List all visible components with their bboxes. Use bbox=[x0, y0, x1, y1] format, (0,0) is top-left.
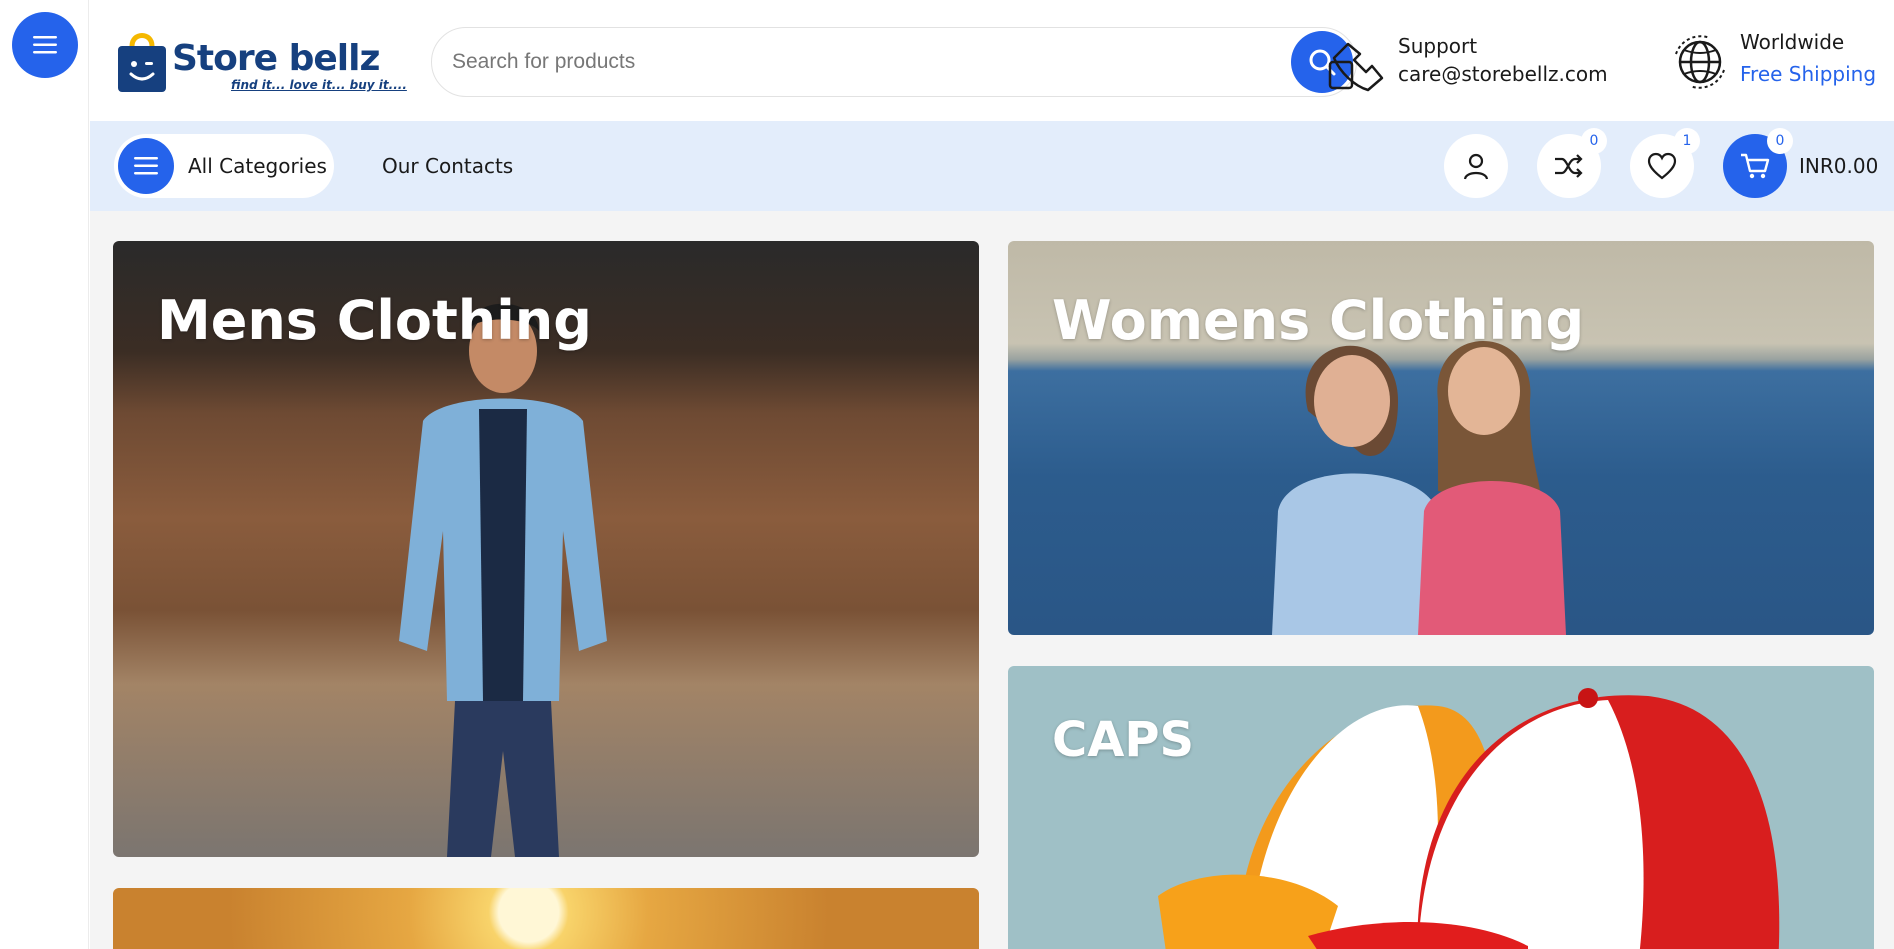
search-bar bbox=[431, 27, 1357, 97]
shipping-info: Worldwide Free Shipping bbox=[1670, 28, 1890, 98]
wishlist-button[interactable]: 1 bbox=[1630, 128, 1700, 198]
account-button[interactable] bbox=[1444, 134, 1508, 198]
cart-count-badge: 0 bbox=[1767, 128, 1793, 154]
cart-button[interactable]: 0 bbox=[1723, 128, 1793, 198]
mens-model-image bbox=[399, 303, 607, 857]
all-categories-label: All Categories bbox=[188, 154, 327, 178]
site-header: Store bellz find it... love it... buy it… bbox=[90, 0, 1894, 121]
rail-menu-button[interactable] bbox=[12, 12, 78, 78]
category-title-womens: Womens Clothing bbox=[1052, 289, 1585, 352]
cart-icon bbox=[1741, 153, 1770, 179]
search-input[interactable] bbox=[452, 38, 1232, 86]
category-title-caps: CAPS bbox=[1052, 712, 1195, 768]
globe-icon bbox=[1675, 35, 1725, 89]
category-card-sunset[interactable] bbox=[113, 888, 979, 949]
support-phone-icon bbox=[1328, 42, 1384, 92]
categories-menu-circle bbox=[118, 138, 174, 194]
shuffle-icon bbox=[1555, 154, 1583, 178]
our-contacts-link[interactable]: Our Contacts bbox=[382, 154, 513, 178]
menu-icon bbox=[33, 36, 57, 54]
compare-button[interactable]: 0 bbox=[1537, 128, 1607, 198]
compare-count-badge: 0 bbox=[1581, 128, 1607, 154]
category-card-caps[interactable]: CAPS bbox=[1008, 666, 1874, 949]
wishlist-count-badge: 1 bbox=[1674, 128, 1700, 154]
support-email[interactable]: care@storebellz.com bbox=[1398, 62, 1608, 86]
support-info: Support care@storebellz.com bbox=[1326, 28, 1656, 98]
left-rail bbox=[0, 0, 89, 949]
support-title: Support bbox=[1398, 34, 1478, 58]
caps-image bbox=[1158, 688, 1780, 949]
heart-icon bbox=[1647, 152, 1677, 180]
cart-total[interactable]: INR0.00 bbox=[1799, 154, 1878, 178]
user-icon bbox=[1463, 153, 1489, 180]
category-grid: Mens Clothing Womens Clothing CAPS bbox=[90, 211, 1894, 949]
logo-tagline: find it... love it... buy it.... bbox=[231, 78, 407, 92]
all-categories-button[interactable]: All Categories bbox=[114, 134, 334, 198]
nav-bar: All Categories Our Contacts 0 1 0 INR0.0… bbox=[90, 121, 1894, 211]
category-card-mens-clothing[interactable]: Mens Clothing bbox=[113, 241, 979, 857]
category-title-mens: Mens Clothing bbox=[157, 289, 592, 352]
shipping-title: Worldwide bbox=[1740, 30, 1845, 54]
menu-icon bbox=[134, 157, 158, 175]
site-logo[interactable]: Store bellz find it... love it... buy it… bbox=[116, 26, 407, 96]
category-card-womens-clothing[interactable]: Womens Clothing bbox=[1008, 241, 1874, 635]
shipping-subtitle[interactable]: Free Shipping bbox=[1740, 62, 1876, 86]
bag-logo-icon bbox=[118, 33, 166, 92]
logo-text: Store bellz bbox=[172, 38, 380, 79]
